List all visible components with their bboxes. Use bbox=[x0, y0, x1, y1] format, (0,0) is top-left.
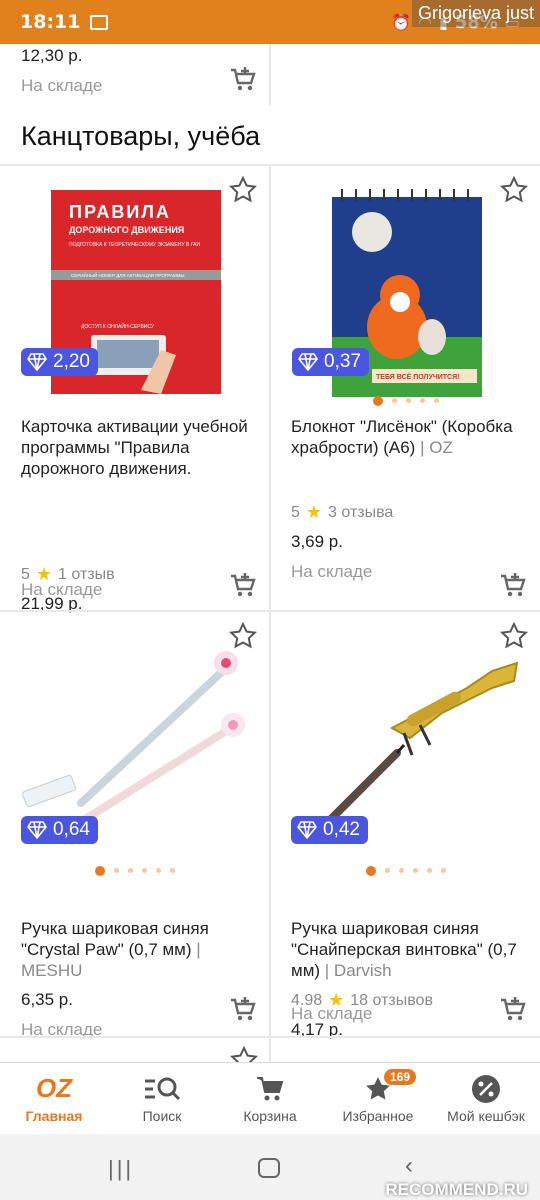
back-button[interactable]: ‹ bbox=[405, 1152, 413, 1180]
product-title[interactable]: Блокнот "Лисёнок" (Коробка храбрости) (А… bbox=[291, 416, 529, 458]
recents-button[interactable]: ||| bbox=[108, 1156, 134, 1182]
product-title-text: Блокнот "Лисёнок" (Коробка храбрости) (А… bbox=[291, 417, 513, 457]
stock-status: На складе bbox=[291, 1004, 373, 1023]
add-to-cart-icon[interactable] bbox=[498, 994, 528, 1024]
add-to-cart-icon[interactable] bbox=[228, 994, 258, 1024]
nav-cashback-label: Мой кешбэк bbox=[447, 1107, 525, 1124]
bottom-nav: OZ Главная Поиск Корзина 169 Избранное М… bbox=[0, 1062, 540, 1134]
product-title[interactable]: Карточка активации учебной программы "Пр… bbox=[21, 416, 259, 479]
product-brand[interactable]: OZ bbox=[429, 438, 453, 457]
favorite-star-icon[interactable] bbox=[500, 176, 528, 204]
product-price: 3,69 р. bbox=[291, 532, 343, 551]
percent-icon bbox=[471, 1074, 501, 1104]
crystal-paw-pen-image bbox=[21, 651, 245, 827]
nav-search[interactable]: Поиск bbox=[108, 1063, 216, 1134]
product-card[interactable]: 0,42 Ручка шариковая синяя "Снайперская … bbox=[271, 612, 540, 1039]
brand-separator: | bbox=[420, 438, 430, 457]
cart-icon bbox=[255, 1074, 285, 1104]
svg-text:СЕРИЙНЫЙ НОМЕР ДЛЯ АКТИВАЦИИ П: СЕРИЙНЫЙ НОМЕР ДЛЯ АКТИВАЦИИ ПРОГРАММЫ bbox=[71, 271, 184, 278]
nav-cart-label: Корзина bbox=[243, 1107, 297, 1124]
cashback-value: 0,42 bbox=[323, 819, 360, 840]
cashback-badge: 2,20 bbox=[21, 348, 98, 376]
product-price: 12,30 р. bbox=[21, 46, 83, 65]
review-count: 3 отзыва bbox=[328, 503, 394, 521]
nav-favorites-label: Избранное bbox=[342, 1107, 414, 1124]
svg-text:ПОДГОТОВКА К ТЕОРЕТИЧЕСКОМУ ЭК: ПОДГОТОВКА К ТЕОРЕТИЧЕСКОМУ ЭКЗАМЕНУ В Г… bbox=[69, 242, 200, 248]
product-brand[interactable]: MESHU bbox=[21, 961, 82, 980]
product-title[interactable]: Ручка шариковая синяя "Снайперская винто… bbox=[291, 918, 529, 981]
cashback-value: 0,64 bbox=[53, 819, 90, 840]
site-watermark: RECOMMEND.RU bbox=[385, 1180, 528, 1199]
nav-cart[interactable]: Корзина bbox=[216, 1063, 324, 1134]
svg-text:ПРАВИЛА: ПРАВИЛА bbox=[69, 202, 171, 222]
image-pagination[interactable] bbox=[0, 866, 269, 876]
brand-separator: | bbox=[324, 961, 334, 980]
product-rating: 5 ★ 3 отзыва bbox=[291, 502, 393, 523]
divider bbox=[269, 44, 271, 106]
rating-value: 5 bbox=[291, 503, 300, 521]
cashback-value: 2,20 bbox=[53, 351, 90, 372]
add-to-cart-icon[interactable] bbox=[228, 64, 258, 94]
stock-status: На складе bbox=[21, 580, 103, 599]
svg-text:ТЕБЯ ВСЁ ПОЛУЧИТСЯ!: ТЕБЯ ВСЁ ПОЛУЧИТСЯ! bbox=[376, 373, 459, 381]
product-feed[interactable]: 12,30 р. На складе Канцтовары, учёба ПРА… bbox=[0, 44, 540, 1062]
svg-text:ДОСТУП К ОНЛАЙН-СЕРВИСУ: ДОСТУП К ОНЛАЙН-СЕРВИСУ bbox=[81, 322, 155, 330]
stock-status: На складе bbox=[21, 76, 103, 95]
nav-home-label: Главная bbox=[25, 1107, 83, 1124]
oz-logo-icon: OZ bbox=[35, 1073, 73, 1103]
diamond-icon bbox=[27, 353, 47, 371]
product-title[interactable]: Ручка шариковая синяя "Crystal Paw" (0,7… bbox=[21, 918, 259, 981]
section-title: Канцтовары, учёба bbox=[21, 121, 261, 151]
cashback-badge: 0,37 bbox=[292, 348, 369, 376]
nav-home[interactable]: OZ Главная bbox=[0, 1063, 108, 1134]
cashback-value: 0,37 bbox=[324, 351, 361, 372]
favorites-count-badge: 169 bbox=[384, 1069, 417, 1085]
stock-status: На складе bbox=[291, 562, 373, 581]
previous-product-row: 12,30 р. На складе bbox=[0, 44, 540, 106]
divider bbox=[269, 1038, 271, 1062]
rating-star-icon: ★ bbox=[305, 502, 323, 522]
product-title-text: Ручка шариковая синяя "Crystal Paw" (0,7… bbox=[21, 919, 209, 959]
nav-favorites[interactable]: 169 Избранное bbox=[324, 1063, 432, 1134]
nav-search-label: Поиск bbox=[142, 1107, 182, 1124]
product-image[interactable] bbox=[289, 628, 524, 848]
diamond-icon bbox=[298, 353, 318, 371]
diamond-icon bbox=[27, 821, 47, 839]
user-watermark: Grigorieva just bbox=[411, 0, 540, 27]
cashback-badge: 0,42 bbox=[291, 816, 368, 844]
alarm-icon: ⏰ bbox=[391, 12, 411, 32]
product-card[interactable]: ТЕБЯ ВСЁ ПОЛУЧИТСЯ! 0,37 Блокнот "Лисёно… bbox=[271, 166, 540, 610]
cashback-badge: 0,64 bbox=[21, 816, 98, 844]
favorite-star-icon[interactable] bbox=[500, 622, 528, 650]
add-to-cart-icon[interactable] bbox=[498, 570, 528, 600]
sniper-rifle-pen-image bbox=[307, 661, 518, 842]
status-time: 18:11 bbox=[20, 11, 81, 33]
favorite-star-icon[interactable] bbox=[229, 176, 257, 204]
search-icon bbox=[143, 1074, 181, 1104]
add-to-cart-icon[interactable] bbox=[228, 570, 258, 600]
product-card[interactable]: 0,64 Ручка шариковая синяя "Crystal Paw"… bbox=[0, 612, 269, 1039]
diamond-icon bbox=[297, 821, 317, 839]
product-price: 6,35 р. bbox=[21, 990, 73, 1009]
favorite-star-icon[interactable] bbox=[229, 622, 257, 650]
image-pagination[interactable] bbox=[271, 866, 540, 876]
brand-separator: | bbox=[196, 940, 201, 959]
product-image[interactable] bbox=[18, 628, 253, 848]
image-pagination[interactable] bbox=[271, 396, 540, 406]
product-card[interactable]: ПРАВИЛА ДОРОЖНОГО ДВИЖЕНИЯ ПОДГОТОВКА К … bbox=[0, 166, 269, 613]
nav-cashback[interactable]: Мой кешбэк bbox=[432, 1063, 540, 1134]
favorite-star-icon[interactable] bbox=[230, 1046, 258, 1062]
product-title-text: Карточка активации учебной программы "Пр… bbox=[21, 417, 248, 478]
svg-text:ДОРОЖНОГО ДВИЖЕНИЯ: ДОРОЖНОГО ДВИЖЕНИЯ bbox=[69, 225, 184, 235]
product-brand[interactable]: Darvish bbox=[334, 961, 392, 980]
image-notification-icon bbox=[90, 14, 109, 30]
home-button[interactable] bbox=[258, 1158, 280, 1178]
